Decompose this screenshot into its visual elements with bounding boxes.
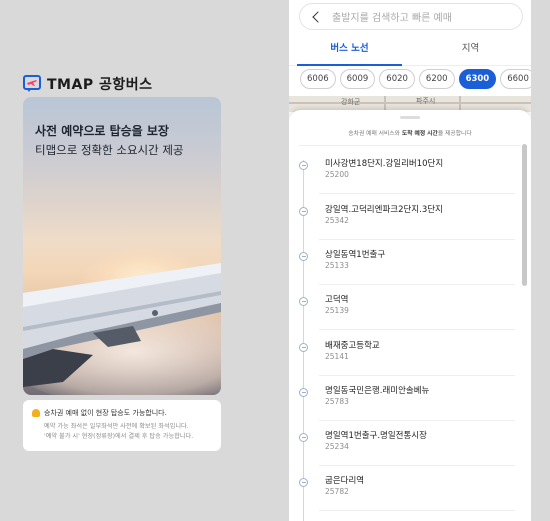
tab-bar: 버스 노선 지역 (289, 34, 531, 66)
stop-name: 굽은다리역 (325, 476, 365, 486)
stop-marker-icon (299, 433, 308, 442)
stop-marker-icon (299, 388, 308, 397)
stop-name: 명일동국민은행.래미안솔베뉴 (325, 386, 430, 396)
scrollbar[interactable] (522, 144, 527, 286)
stop-id: 25200 (325, 170, 349, 179)
tab-bus-routes[interactable]: 버스 노선 (289, 34, 410, 66)
stop-marker-icon (299, 478, 308, 487)
stop-item[interactable]: 상일동역1번출구 25133 (289, 240, 521, 285)
stop-marker-icon (299, 343, 308, 352)
stop-name: 명일역1번출구.명일전통시장 (325, 431, 427, 441)
notice-line-1: 예약 가능 좌석은 일부좌석만 사전에 확보된 좌석입니다. (44, 423, 189, 430)
notice-headline: 승차권 예매 없이 현장 탑승도 가능합니다. (44, 409, 167, 417)
stop-item[interactable]: 배재중고등학교 25141 (289, 331, 521, 376)
stop-name: 미사강변18단지.강일리버10단지 (325, 159, 444, 169)
search-bar[interactable]: 출발지를 검색하고 빠른 예매 (299, 3, 523, 30)
stop-marker-icon (299, 207, 308, 216)
route-chip-6006[interactable]: 6006 (300, 69, 336, 89)
route-chip-6009[interactable]: 6009 (339, 69, 376, 89)
search-placeholder[interactable]: 출발지를 검색하고 빠른 예매 (332, 9, 452, 24)
route-chip-6020[interactable]: 6020 (379, 69, 415, 89)
stop-marker-icon (299, 297, 308, 306)
route-chip-6600[interactable]: 6600 (500, 69, 531, 89)
stop-id: 25133 (325, 261, 349, 270)
stop-item[interactable]: 명일동국민은행.래미안솔베뉴 25783 (289, 376, 521, 421)
back-arrow-icon[interactable] (312, 10, 324, 23)
stop-item[interactable]: 강일역.고덕리엔파크2단지.3단지 25342 (289, 195, 521, 240)
stop-name: 배재중고등학교 (325, 341, 380, 351)
stop-id: 25783 (325, 397, 349, 406)
stop-name: 상일동역1번출구 (325, 250, 386, 260)
notice-line-2: '예약 불가 시' 현장(정류장)에서 결제 후 탑승 가능합니다. (44, 433, 194, 440)
tab-region[interactable]: 지역 (410, 34, 531, 65)
route-chip-6300[interactable]: 6300 (458, 69, 497, 89)
stop-id: 25342 (325, 216, 349, 225)
hero-title: 사전 예약으로 탑승을 보장 (35, 124, 169, 138)
route-chip-6200[interactable]: 6200 (418, 69, 455, 89)
stop-name: 고덕역 (325, 295, 349, 305)
brand-name: TMAP 공항버스 (47, 77, 153, 93)
brand-header: TMAP 공항버스 (23, 74, 152, 94)
map-label: 강화군 (341, 98, 361, 106)
app-panel: 출발지를 검색하고 빠른 예매 버스 노선 지역 6006 6009 6020 … (289, 0, 531, 521)
tmap-logo-icon (23, 75, 41, 93)
stop-item[interactable]: 고덕역 25139 (289, 285, 521, 330)
stop-id: 25139 (325, 306, 349, 315)
stop-id: 25141 (325, 352, 349, 361)
sheet-info-text: 승차권 예매 서비스와 도착 예정 시간을 제공합니다 (348, 131, 472, 137)
stop-list-sheet: 승차권 예매 서비스와 도착 예정 시간을 제공합니다 미사강변18단지.강일리… (289, 110, 531, 521)
stop-item[interactable]: 굽은다리역 25782 (289, 466, 521, 511)
map-label: 파주시 (416, 97, 436, 105)
stop-id: 25234 (325, 442, 349, 451)
stop-id: 25782 (325, 487, 349, 496)
stop-item[interactable]: 미사강변18단지.강일리버10단지 25200 (289, 149, 521, 194)
hero-banner: 사전 예약으로 탑승을 보장 티맵으로 정확한 소요시간 제공 (23, 97, 221, 395)
sheet-handle[interactable] (400, 116, 420, 119)
bell-icon (32, 409, 40, 417)
stop-item[interactable]: 명일역1번출구.명일전통시장 25234 (289, 421, 521, 466)
stop-name: 강일역.고덕리엔파크2단지.3단지 (325, 205, 443, 215)
stop-marker-icon (299, 161, 308, 170)
route-chip-list: 6006 6009 6020 6200 6300 6600 (300, 69, 531, 89)
hero-subtitle: 티맵으로 정확한 소요시간 제공 (35, 143, 184, 157)
stop-marker-icon (299, 252, 308, 261)
notice-card: 승차권 예매 없이 현장 탑승도 가능합니다. 예약 가능 좌석은 일부좌석만 … (23, 400, 221, 451)
